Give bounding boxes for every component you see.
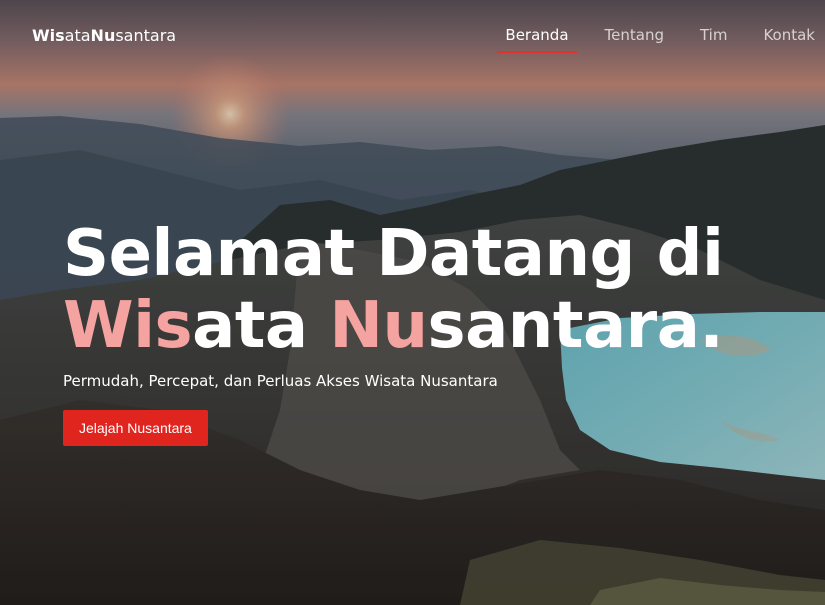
nav-item-kontak[interactable]: Kontak [763,26,815,44]
brand-part-4: santara [115,25,177,45]
hero-headline: Selamat Datang di Wisata Nusantara. [63,218,783,362]
nav-item-tentang[interactable]: Tentang [605,26,664,44]
headline-highlight-nu: Nu [329,289,428,363]
headline-text-santara: santara. [427,289,724,363]
brand-part-1: Wis [32,25,65,45]
hero-content: Selamat Datang di Wisata Nusantara. Perm… [63,218,783,446]
brand-part-3: Nu [90,25,116,45]
main-nav: Beranda Tentang Tim Kontak [497,0,815,70]
brand-logo[interactable]: WisataNusantara [32,26,176,45]
explore-button[interactable]: Jelajah Nusantara [63,410,208,446]
navbar: WisataNusantara Beranda Tentang Tim Kont… [0,0,825,70]
headline-text-ata: ata [192,289,330,363]
headline-highlight-wis: Wis [63,289,193,363]
nav-item-beranda[interactable]: Beranda [497,26,577,53]
nav-item-tim[interactable]: Tim [700,26,727,44]
hero-tagline: Permudah, Percepat, dan Perluas Akses Wi… [63,372,498,390]
headline-line-1: Selamat Datang di [63,217,724,291]
brand-part-2: ata [64,25,91,45]
